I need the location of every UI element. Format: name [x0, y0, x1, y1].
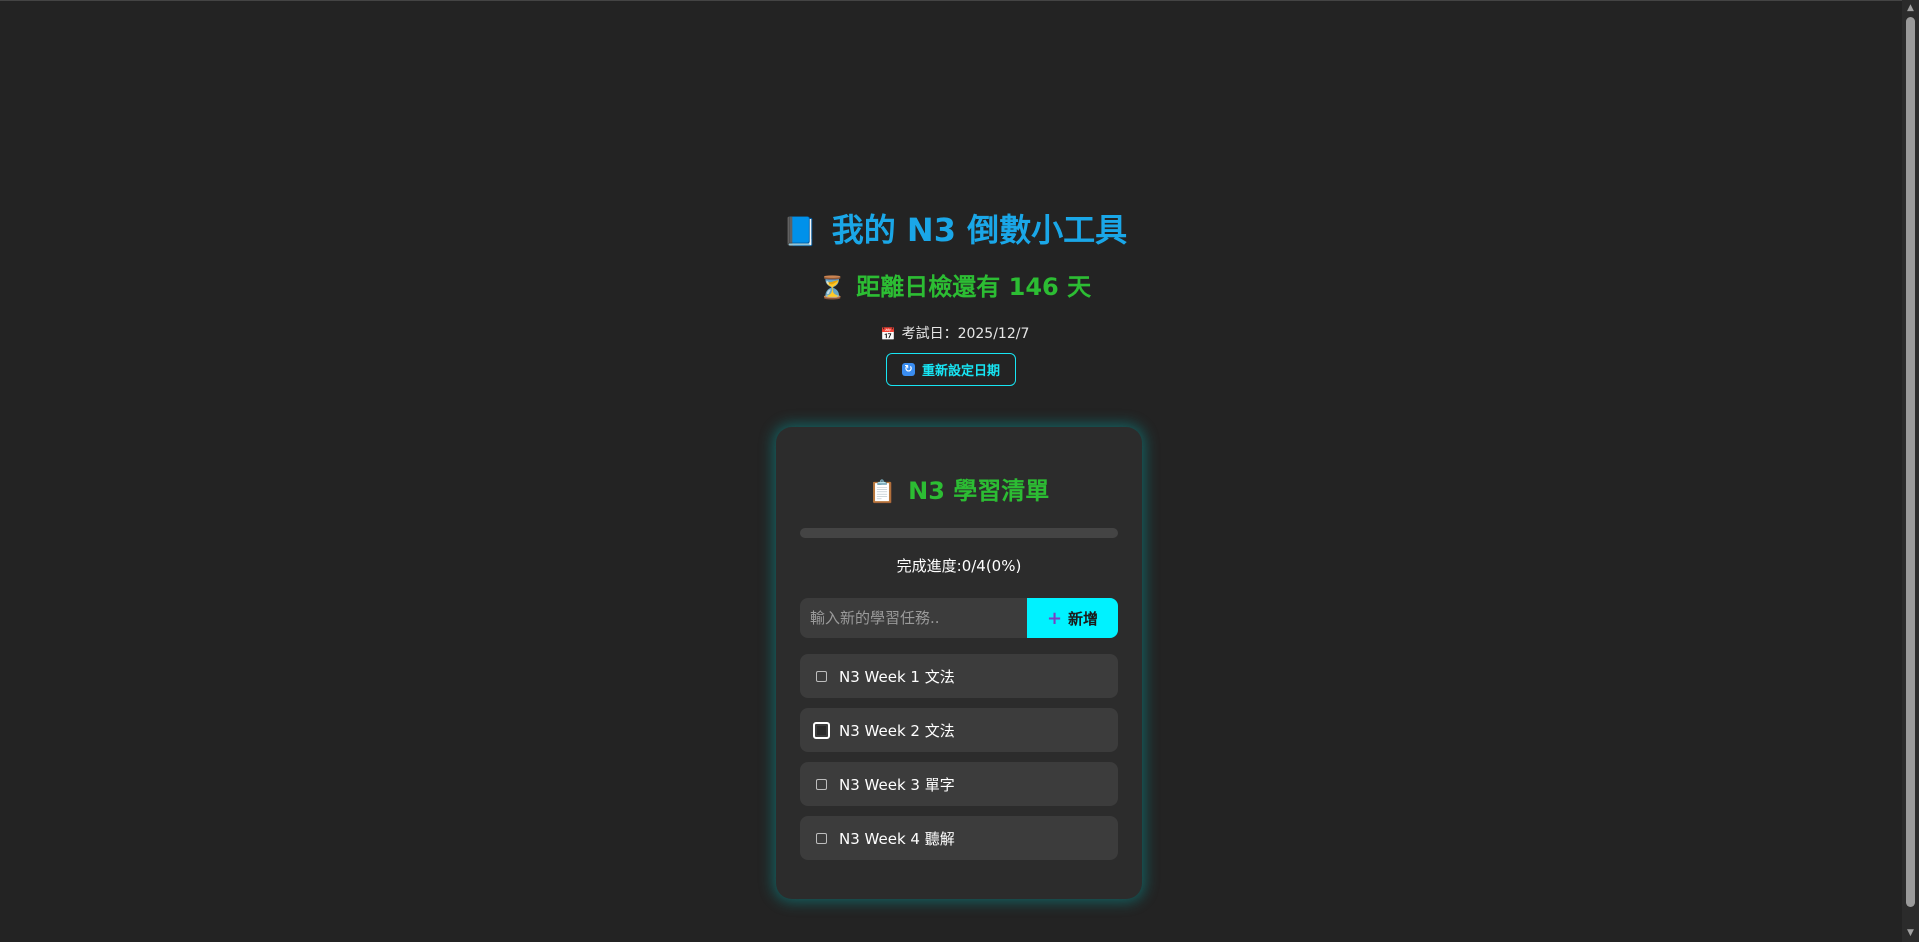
- reset-date-label: 重新設定日期: [921, 364, 1000, 379]
- scroll-up-arrow-icon[interactable]: ▲: [1902, 0, 1919, 17]
- checklist-title-text: N3 學習清單: [908, 477, 1050, 505]
- progress-bar: [800, 528, 1118, 538]
- plus-icon: +: [1046, 607, 1063, 629]
- checklist-title: 📋 N3 學習清單: [776, 473, 1142, 511]
- countdown-text: ⏳ 距離日檢還有 146 天: [0, 269, 1910, 307]
- vertical-scrollbar[interactable]: ▲ ▼: [1902, 0, 1919, 942]
- exam-date-label: 考試日：2025/12/7: [901, 326, 1030, 342]
- task-checkbox[interactable]: [816, 832, 827, 844]
- exam-date: 📅 考試日：2025/12/7: [0, 324, 1910, 344]
- scroll-down-arrow-icon[interactable]: ▼: [1902, 925, 1919, 942]
- task-list: N3 Week 1 文法 N3 Week 2 文法 N3 Week 3 單字 N…: [800, 654, 1118, 870]
- reset-date-button[interactable]: ↻ 重新設定日期: [886, 353, 1016, 386]
- page-title: 📘 我的 N3 倒數小工具: [0, 206, 1910, 256]
- task-item[interactable]: N3 Week 3 單字: [800, 762, 1118, 806]
- task-label: N3 Week 3 單字: [839, 775, 955, 794]
- task-item[interactable]: N3 Week 4 聽解: [800, 816, 1118, 860]
- task-label: N3 Week 1 文法: [839, 667, 955, 686]
- task-checkbox[interactable]: [816, 778, 827, 790]
- clipboard-icon: 📋: [868, 480, 897, 505]
- task-checkbox[interactable]: [813, 721, 830, 739]
- task-item[interactable]: N3 Week 1 文法: [800, 654, 1118, 698]
- page-title-text: 我的 N3 倒數小工具: [831, 211, 1128, 249]
- new-task-input[interactable]: [800, 598, 1027, 638]
- add-task-label: 新增: [1068, 609, 1099, 628]
- task-checkbox[interactable]: [816, 670, 827, 682]
- blue-book-icon: 📘: [782, 215, 818, 248]
- progress-text: 完成進度:0/4(0%): [896, 557, 1022, 575]
- page: 📘 我的 N3 倒數小工具 ⏳ 距離日檢還有 146 天 📅 考試日：2025/12/…: [0, 0, 1902, 942]
- countdown-label: 距離日檢還有 146 天: [856, 273, 1092, 301]
- hourglass-icon: ⏳: [818, 276, 847, 301]
- task-label: N3 Week 4 聽解: [839, 829, 955, 848]
- task-item[interactable]: N3 Week 2 文法: [800, 708, 1118, 752]
- study-checklist-card: 📋 N3 學習清單 完成進度:0/4(0%) + 新增 N3 Week 1 文法 N…: [776, 427, 1142, 899]
- scrollbar-thumb[interactable]: [1906, 17, 1915, 907]
- refresh-icon: ↻: [901, 363, 915, 376]
- calendar-icon: 📅: [880, 327, 896, 341]
- add-task-button[interactable]: + 新增: [1027, 598, 1118, 638]
- task-label: N3 Week 2 文法: [839, 721, 955, 740]
